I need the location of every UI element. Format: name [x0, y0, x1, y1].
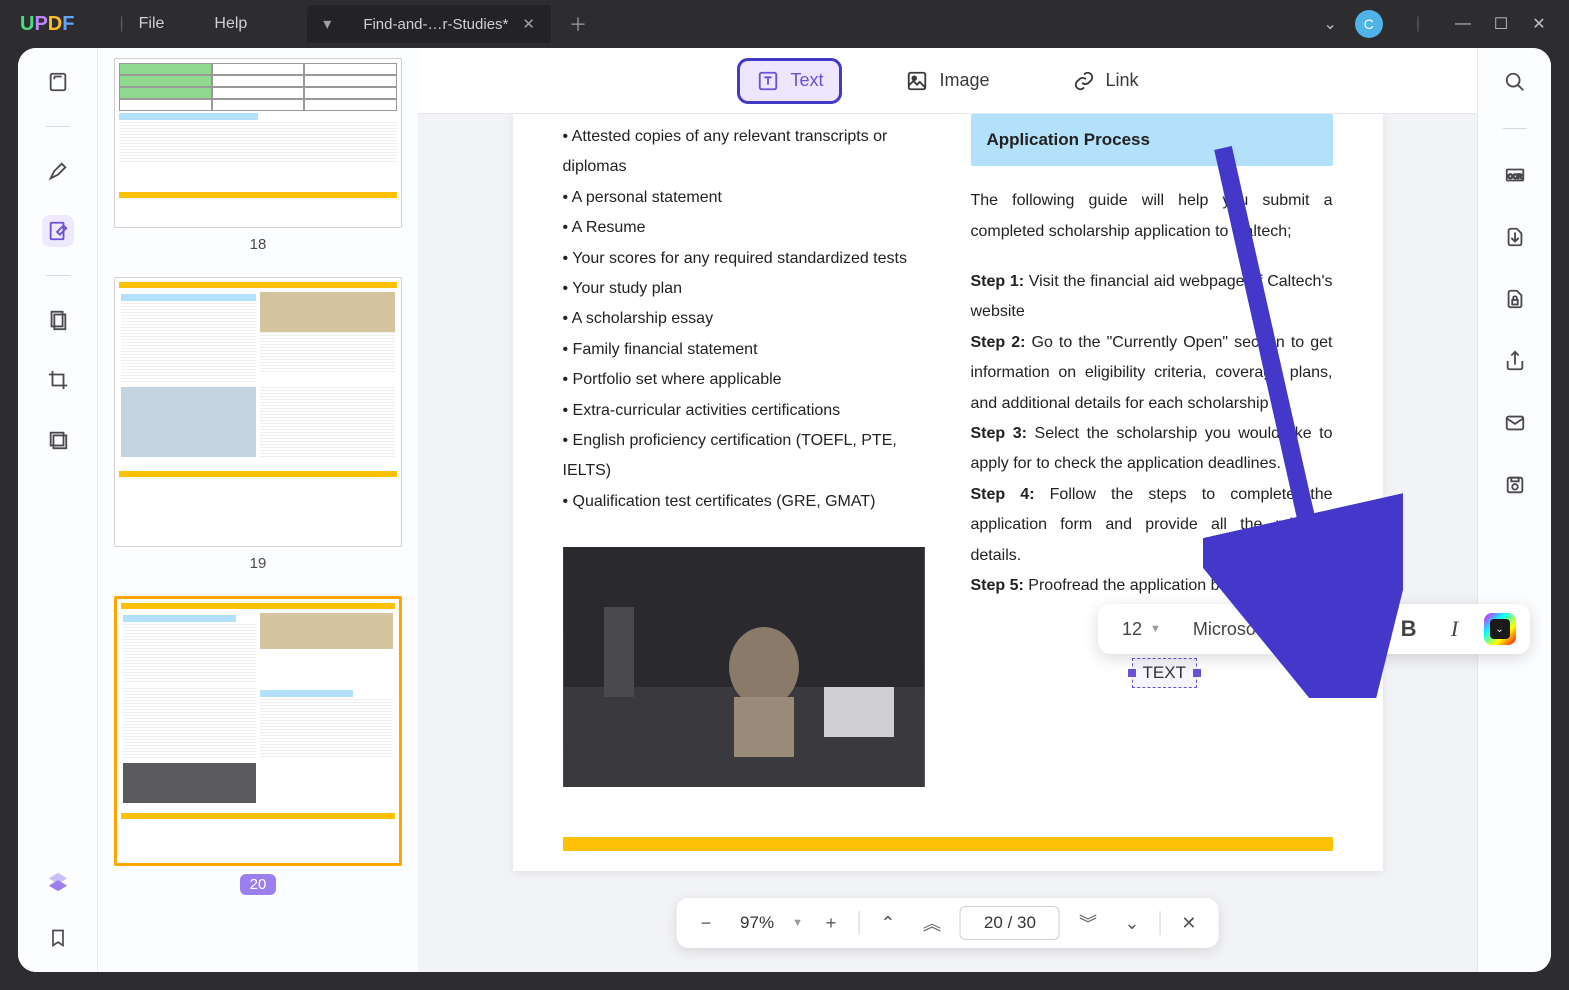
image-icon: [905, 69, 929, 93]
page-number-input[interactable]: 20 / 30: [960, 906, 1060, 940]
font-size-select[interactable]: 12▼: [1112, 613, 1171, 646]
italic-button[interactable]: I: [1438, 612, 1472, 646]
page-navigation-bar: − 97% ▼ + ⌃ ︽ 20 / 30 ︾ ⌄ ✕: [676, 898, 1219, 948]
app-logo: UPDF: [20, 13, 74, 36]
edit-toolbar: Text Image Link: [418, 48, 1477, 114]
thumbnail-19[interactable]: [114, 277, 402, 547]
crop-tool-icon[interactable]: [42, 364, 74, 396]
user-avatar[interactable]: C: [1355, 10, 1383, 38]
left-sidebar: [18, 48, 98, 972]
zoom-level: 97%: [734, 913, 780, 933]
text-tool-button[interactable]: Text: [740, 61, 839, 101]
align-button[interactable]: [1346, 612, 1380, 646]
new-tab-button[interactable]: ＋: [569, 11, 587, 37]
watermark-tool-icon[interactable]: [42, 424, 74, 456]
bold-button[interactable]: B: [1392, 612, 1426, 646]
bookmark-icon[interactable]: [42, 922, 74, 954]
thumbnail-label-active: 20: [240, 874, 277, 895]
image-tool-button[interactable]: Image: [889, 61, 1005, 101]
protect-icon[interactable]: [1499, 283, 1531, 315]
font-family-select[interactable]: MicrosoftYa…▼: [1183, 613, 1334, 646]
first-page-button[interactable]: ⌃: [872, 907, 904, 939]
page-tools-icon[interactable]: [42, 304, 74, 336]
svg-text:OCR: OCR: [1507, 174, 1522, 181]
separator: |: [119, 15, 123, 33]
email-icon[interactable]: [1499, 407, 1531, 439]
link-tool-button[interactable]: Link: [1056, 61, 1155, 101]
right-sidebar: OCR: [1477, 48, 1551, 972]
search-icon[interactable]: [1499, 66, 1531, 98]
zoom-dropdown-icon[interactable]: ▼: [792, 917, 803, 929]
text-edit-selection[interactable]: TEXT: [1132, 658, 1197, 688]
step-4: Step 4: Follow the steps to complete the…: [971, 480, 1333, 571]
maximize-button[interactable]: ☐: [1491, 14, 1511, 34]
step-1: Step 1: Visit the financial aid webpage …: [971, 267, 1333, 328]
thumbnail-label: 18: [114, 236, 402, 253]
resize-handle-right[interactable]: [1193, 669, 1201, 677]
thumbnail-panel: 18 19: [98, 48, 418, 972]
ocr-icon[interactable]: OCR: [1499, 159, 1531, 191]
color-picker-button[interactable]: ⌄: [1484, 613, 1516, 645]
edit-tool-icon[interactable]: [42, 215, 74, 247]
resize-handle-left[interactable]: [1128, 669, 1136, 677]
reader-mode-icon[interactable]: [42, 66, 74, 98]
intro-text: The following guide will help you submit…: [971, 186, 1333, 247]
chevron-down-icon[interactable]: ⌄: [1323, 14, 1336, 34]
step-5: Step 5: Proofread the application before…: [971, 571, 1333, 601]
requirements-list: Attested copies of any relevant transcri…: [563, 122, 925, 517]
share-icon[interactable]: [1499, 345, 1531, 377]
thumbnail-20[interactable]: [114, 596, 402, 866]
menu-help[interactable]: Help: [214, 15, 247, 33]
last-page-button[interactable]: ⌄: [1116, 907, 1148, 939]
close-tab-icon[interactable]: ✕: [522, 15, 535, 33]
comment-tool-icon[interactable]: [42, 155, 74, 187]
step-2: Step 2: Go to the "Currently Open" secti…: [971, 328, 1333, 419]
convert-icon[interactable]: [1499, 221, 1531, 253]
layers-icon[interactable]: [42, 866, 74, 898]
tab-list-dropdown[interactable]: ▾: [307, 5, 347, 43]
zoom-in-button[interactable]: +: [815, 907, 847, 939]
menu-file[interactable]: File: [139, 15, 165, 33]
tab-title: Find-and-…r-Studies*: [363, 16, 508, 33]
save-icon[interactable]: [1499, 469, 1531, 501]
document-tab[interactable]: Find-and-…r-Studies* ✕: [347, 5, 551, 43]
separator: |: [1416, 15, 1420, 33]
page-footer-bar: [563, 837, 1333, 851]
step-3: Step 3: Select the scholarship you would…: [971, 419, 1333, 480]
link-icon: [1072, 69, 1096, 93]
minimize-button[interactable]: —: [1453, 15, 1473, 33]
zoom-out-button[interactable]: −: [690, 907, 722, 939]
close-nav-button[interactable]: ✕: [1173, 907, 1205, 939]
document-page[interactable]: Attested copies of any relevant transcri…: [513, 114, 1383, 871]
next-page-button[interactable]: ︾: [1072, 907, 1104, 939]
text-icon: [756, 69, 780, 93]
section-header: Application Process: [971, 114, 1333, 166]
prev-page-button[interactable]: ︽: [916, 907, 948, 939]
text-format-toolbar: 12▼ MicrosoftYa…▼ B I ⌄: [1098, 604, 1530, 654]
close-window-button[interactable]: ✕: [1529, 14, 1549, 34]
thumbnail-label: 19: [114, 555, 402, 572]
document-image: [563, 547, 925, 787]
thumbnail-18[interactable]: [114, 58, 402, 228]
